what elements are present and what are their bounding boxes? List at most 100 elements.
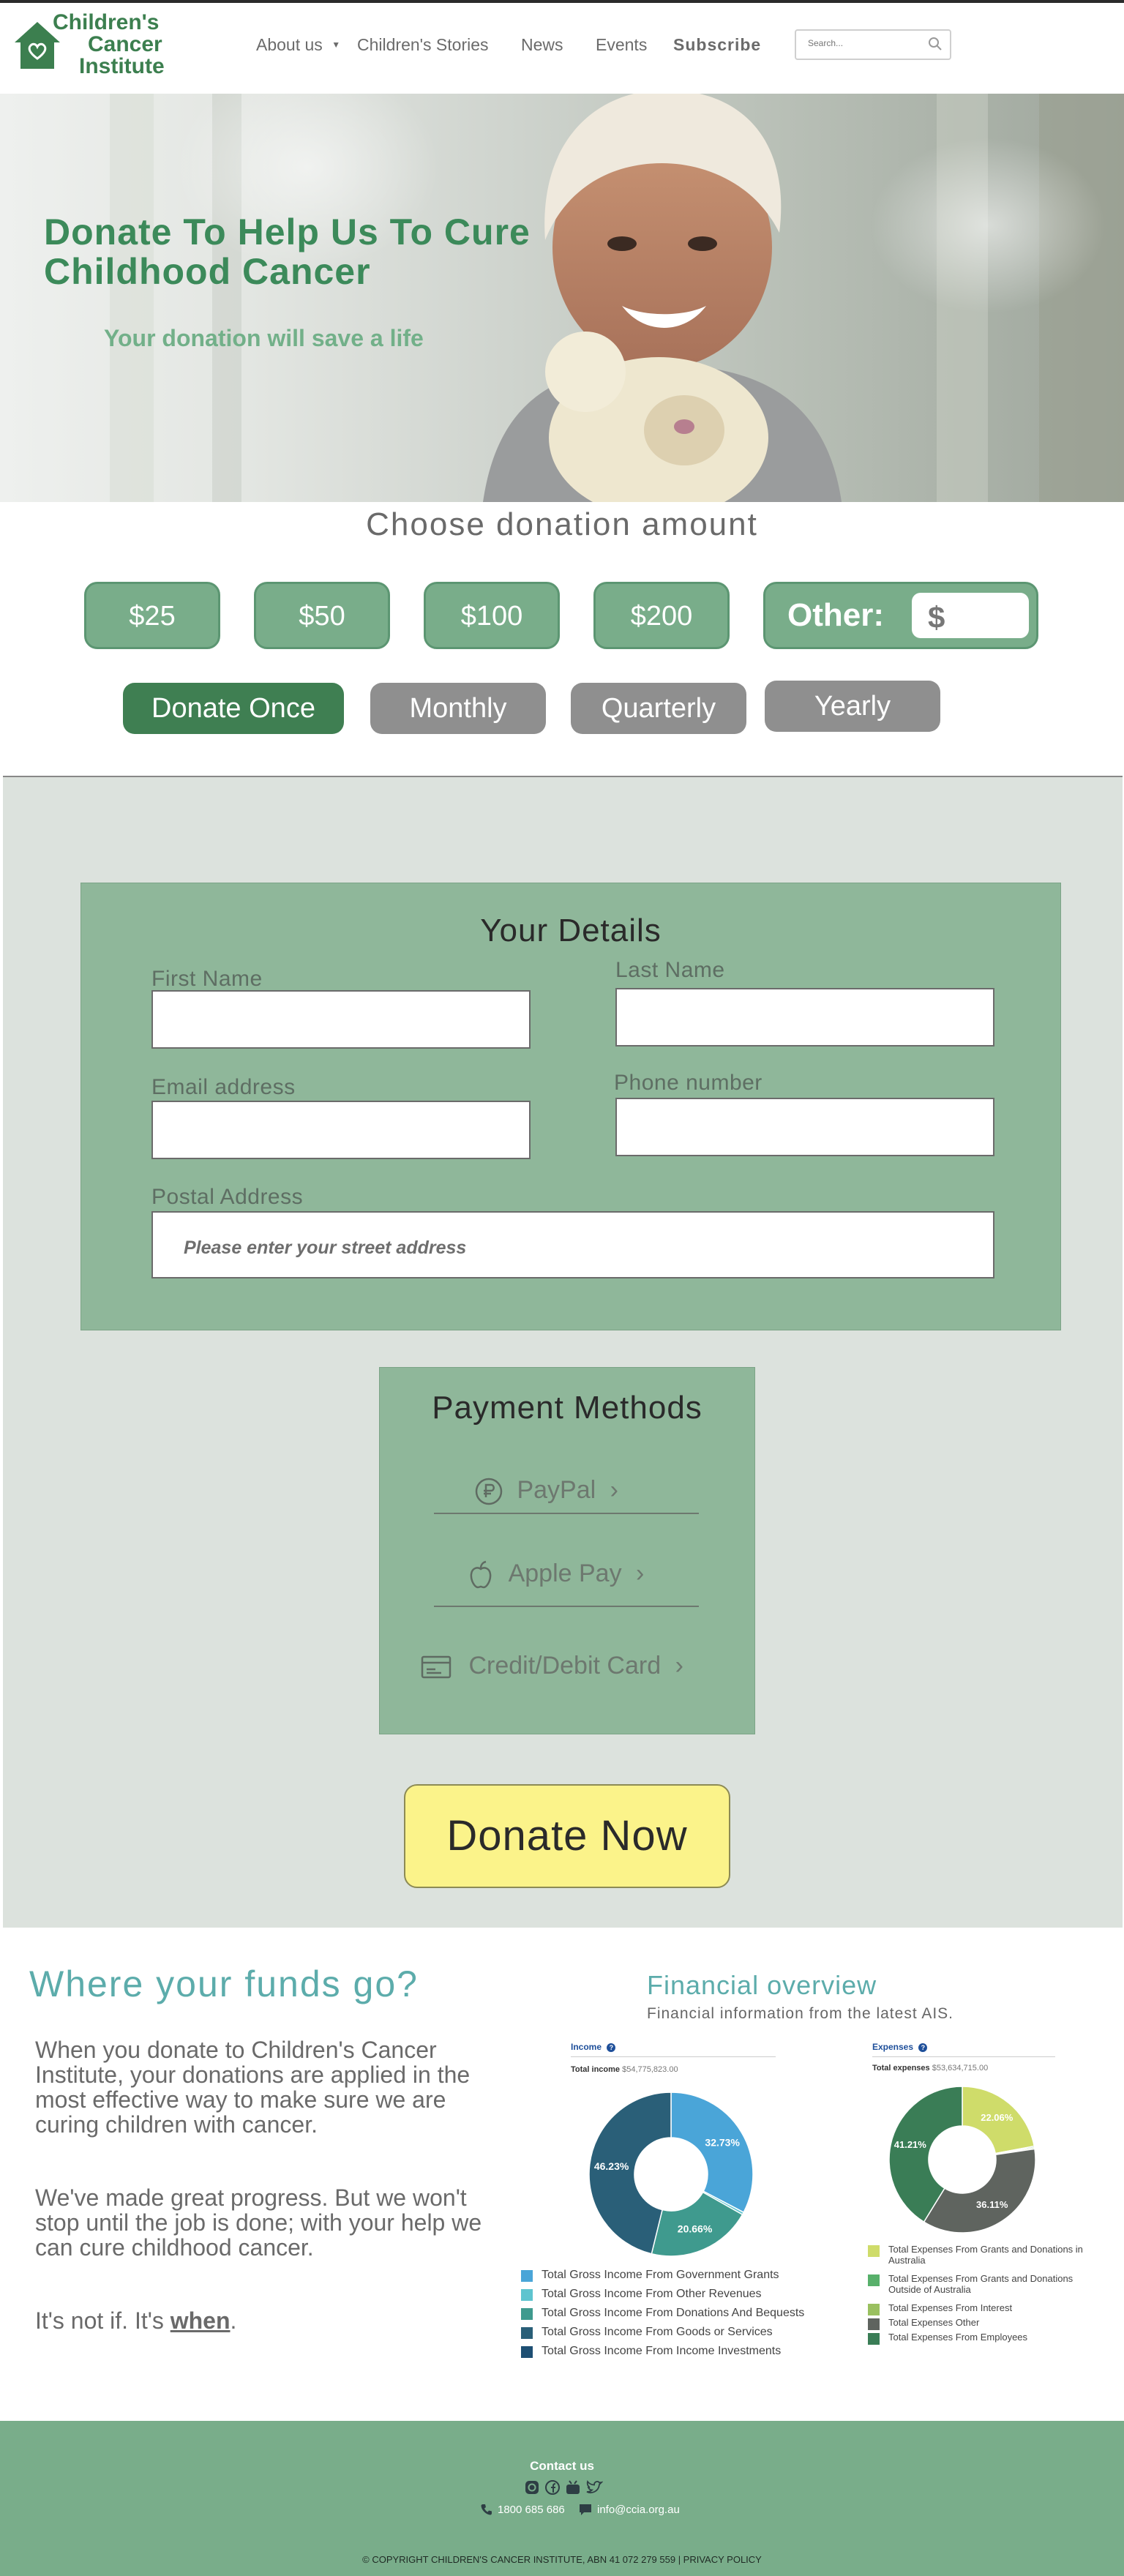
amount-other-input[interactable]: $: [912, 593, 1029, 638]
site-logo[interactable]: Children's Cancer Institute: [13, 10, 167, 83]
chart0-slice-0: [670, 2092, 754, 2214]
chart1-slice-label-4: 41.21%: [894, 2139, 927, 2150]
nav-news[interactable]: News: [521, 35, 563, 55]
facebook-icon[interactable]: [544, 2479, 561, 2496]
income-tab[interactable]: Income ?: [571, 2042, 616, 2052]
site-footer: Contact us 1800 685 686 info@ccia.org.au…: [0, 2421, 1124, 2576]
footer-phone[interactable]: 1800 685 686: [498, 2504, 565, 2516]
your-details-panel: Your Details First Name Last Name Email …: [80, 883, 1061, 1330]
footer-email[interactable]: info@ccia.org.au: [597, 2504, 680, 2516]
card-option[interactable]: Credit/Debit Card ›: [421, 1652, 683, 1680]
paypal-divider: [434, 1513, 699, 1514]
frequency-monthly[interactable]: Monthly: [370, 683, 546, 734]
donation-heading: Choose donation amount: [366, 506, 758, 542]
income-total-label: Total income: [571, 2065, 621, 2074]
postal-address-field[interactable]: Please enter your street address: [151, 1211, 994, 1278]
hero-subtitle: Your donation will save a life: [104, 325, 424, 351]
chart1-legend-swatch-0: [868, 2245, 880, 2257]
phone-label: Phone number: [614, 1071, 763, 1095]
card-label: Credit/Debit Card: [468, 1652, 662, 1680]
nav-about[interactable]: About us ▼: [256, 35, 340, 55]
chart1-slice-label-3: 36.11%: [976, 2199, 1008, 2210]
footer-copyright: © COPYRIGHT CHILDREN'S CANCER INSTITUTE,…: [362, 2554, 762, 2565]
amount-other[interactable]: Other: $: [763, 582, 1038, 649]
chart0-slice-label-3: 46.23%: [594, 2160, 629, 2172]
logo-text-line2: Cancer: [88, 32, 162, 56]
chart1-legend-swatch-1: [868, 2274, 880, 2286]
chart0-legend-label-2: Total Gross Income From Donations And Be…: [542, 2307, 805, 2319]
hero-photo-child-with-teddy: [110, 94, 1124, 502]
chart0-legend-swatch-2: [521, 2308, 533, 2320]
phone-field[interactable]: [615, 1098, 994, 1156]
search-box[interactable]: [795, 29, 951, 60]
first-name-label: First Name: [151, 967, 263, 991]
nav-subscribe[interactable]: Subscribe: [673, 35, 761, 55]
chart0-legend-swatch-3: [521, 2327, 533, 2339]
chevron-right-icon: ›: [636, 1560, 645, 1587]
paypal-label: PayPal: [517, 1476, 596, 1504]
twitter-icon[interactable]: [585, 2479, 603, 2496]
chart0-slice-label-2: 20.66%: [678, 2223, 713, 2234]
credit-card-icon: [421, 1655, 452, 1679]
expenses-tab-rule: [872, 2056, 1055, 2057]
nav-about-label: About us: [256, 35, 323, 54]
search-icon[interactable]: [928, 37, 943, 51]
nav-childrens-stories[interactable]: Children's Stories: [357, 35, 489, 55]
apple-pay-label: Apple Pay: [508, 1560, 622, 1587]
amount-button-100[interactable]: $100: [424, 582, 560, 649]
search-input[interactable]: [806, 37, 919, 49]
chart0-legend-swatch-0: [521, 2270, 533, 2282]
hero-title-line1: Donate To Help Us To Cure: [44, 211, 531, 252]
details-heading: Your Details: [480, 913, 662, 948]
chart1-slice-label-0: 22.06%: [981, 2112, 1014, 2123]
amount-button-25[interactable]: $25: [84, 582, 220, 649]
frequency-donate-once[interactable]: Donate Once: [123, 683, 344, 734]
instagram-icon[interactable]: [524, 2479, 540, 2496]
chart1-legend-label-0: Total Expenses From Grants and Donations…: [888, 2244, 1083, 2266]
funds-paragraph-1: When you donate to Children's Cancer Ins…: [35, 2037, 471, 2138]
chart1-legend-label-2: Total Expenses From Interest: [888, 2302, 1013, 2313]
nav-events[interactable]: Events: [596, 35, 647, 55]
expenses-total: Total expenses $53,634,715.00: [872, 2064, 988, 2073]
donate-now-button[interactable]: Donate Now: [404, 1784, 730, 1888]
contact-details: 1800 685 686 info@ccia.org.au: [480, 2503, 700, 2520]
expenses-tab[interactable]: Expenses ?: [872, 2042, 928, 2052]
chevron-right-icon: ›: [610, 1476, 618, 1504]
payment-heading: Payment Methods: [432, 1390, 702, 1426]
chart1-legend-swatch-2: [868, 2304, 880, 2315]
income-tab-label: Income: [571, 2042, 602, 2052]
payment-methods-panel: Payment Methods PayPal › Apple Pay › Cre…: [379, 1367, 755, 1734]
frequency-quarterly[interactable]: Quarterly: [571, 683, 746, 734]
expenses-tab-label: Expenses: [872, 2042, 914, 2052]
funds-paragraph-3-prefix: It's not if. It's: [35, 2307, 171, 2334]
chart1-legend-swatch-3: [868, 2318, 880, 2330]
paypal-option[interactable]: PayPal ›: [475, 1476, 618, 1505]
expenses-donut-chart: 22.06% 36.11% 41.21%: [888, 2086, 1036, 2234]
amount-button-50[interactable]: $50: [254, 582, 390, 649]
phone-icon: [481, 2504, 492, 2515]
amount-button-200[interactable]: $200: [593, 582, 730, 649]
funds-heading: Where your funds go?: [29, 1963, 419, 2004]
when-link[interactable]: when: [171, 2307, 231, 2334]
caret-down-icon: ▼: [331, 40, 341, 50]
first-name-field[interactable]: [151, 990, 531, 1049]
chart0-legend-label-3: Total Gross Income From Goods or Service…: [542, 2326, 773, 2338]
funds-paragraph-3: It's not if. It's when.: [35, 2308, 489, 2333]
chart0-legend-swatch-4: [521, 2346, 533, 2358]
info-icon: ?: [918, 2043, 928, 2052]
chevron-right-icon: ›: [675, 1652, 683, 1680]
email-field[interactable]: [151, 1101, 531, 1159]
frequency-yearly[interactable]: Yearly: [765, 681, 940, 732]
last-name-field[interactable]: [615, 988, 994, 1046]
apple-pay-option[interactable]: Apple Pay ›: [468, 1560, 644, 1590]
youtube-icon[interactable]: [565, 2479, 581, 2496]
chart1-legend-label-3: Total Expenses Other: [888, 2317, 980, 2328]
apple-icon: [470, 1560, 492, 1589]
chart0-legend-label-4: Total Gross Income From Income Investmen…: [542, 2345, 782, 2357]
logo-text-line3: Institute: [79, 54, 165, 78]
apple-pay-divider: [434, 1606, 699, 1607]
contact-heading: Contact us: [530, 2459, 594, 2473]
currency-symbol: $: [928, 600, 945, 634]
hero-title-line2: Childhood Cancer: [44, 251, 371, 292]
expenses-total-label: Total expenses: [872, 2064, 930, 2073]
